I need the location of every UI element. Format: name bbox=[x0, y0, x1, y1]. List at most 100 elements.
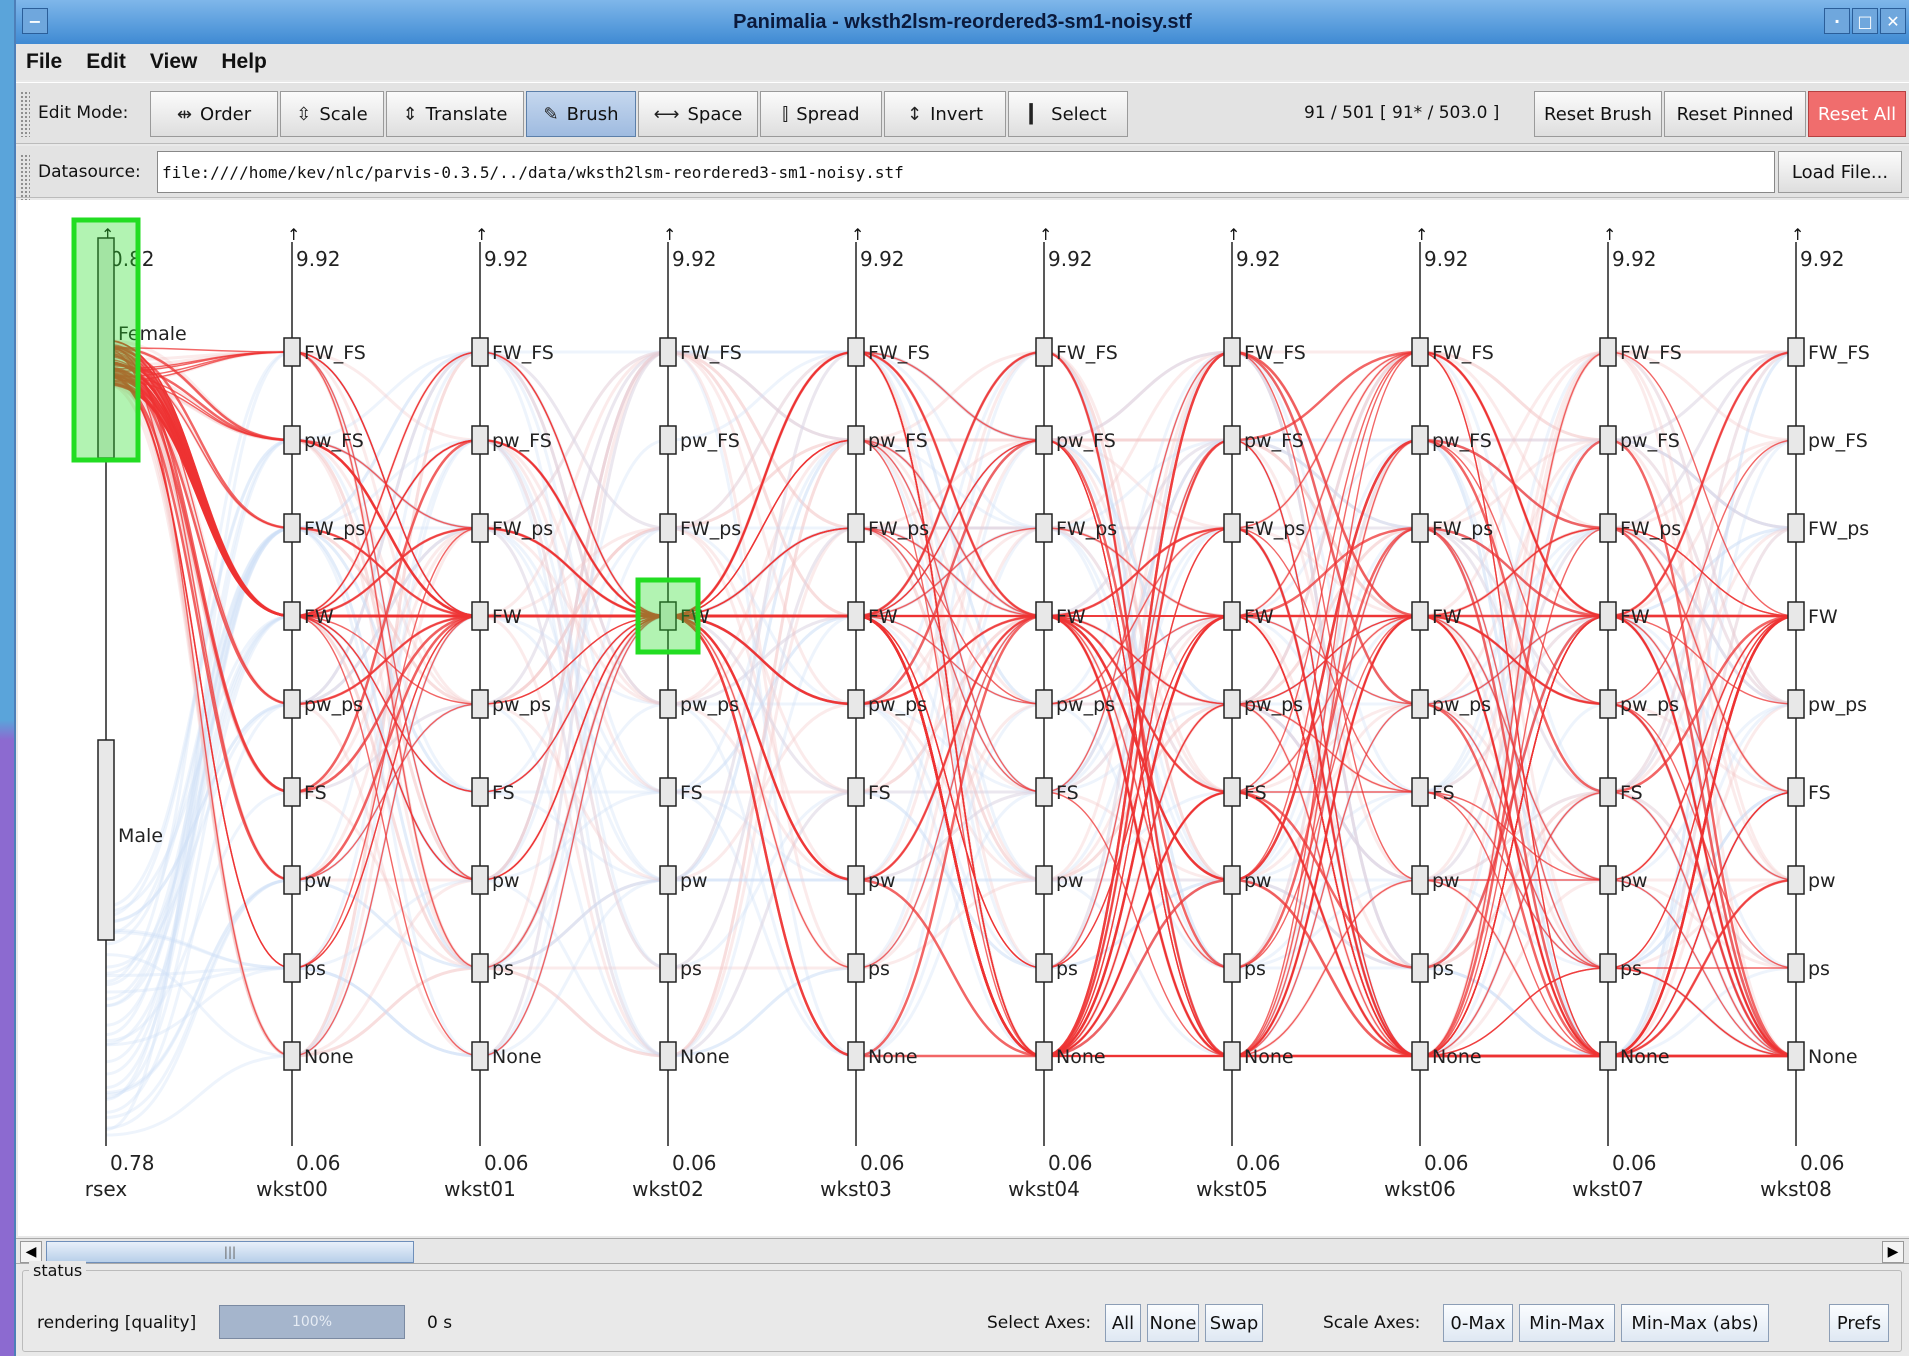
category-box bbox=[659, 425, 677, 455]
scale-min-max-abs-button[interactable]: Min-Max (abs) bbox=[1621, 1304, 1769, 1342]
brushed-line bbox=[1419, 615, 1609, 1057]
brush-label: Brush bbox=[566, 103, 619, 125]
category-box bbox=[1599, 1041, 1617, 1071]
invert-label: Invert bbox=[930, 103, 983, 125]
axis-name-label: wkst03 bbox=[820, 1177, 892, 1201]
menu-help[interactable]: Help bbox=[221, 50, 267, 74]
category-box bbox=[1787, 425, 1805, 455]
category-label: pw_FS bbox=[1056, 430, 1116, 452]
category-box bbox=[1787, 513, 1805, 543]
maximize-icon[interactable]: □ bbox=[1852, 8, 1878, 34]
space-button[interactable]: ⟷ Space bbox=[638, 91, 758, 137]
axis-arrow-icon: ↑ bbox=[851, 225, 864, 244]
axis-min-label: 0.06 bbox=[860, 1151, 905, 1175]
brush-box-wkst02 bbox=[635, 577, 701, 655]
category-box bbox=[1035, 865, 1053, 895]
category-box bbox=[1599, 865, 1617, 895]
scroll-left-icon[interactable]: ◀ bbox=[20, 1241, 42, 1263]
category-box bbox=[847, 601, 865, 631]
select-button[interactable]: ▎ Select bbox=[1008, 91, 1128, 137]
menu-file[interactable]: File bbox=[26, 50, 62, 74]
category-box bbox=[1411, 337, 1429, 367]
invert-button[interactable]: ↕ Invert bbox=[884, 91, 1006, 137]
axis-arrow-icon: ↑ bbox=[1603, 225, 1616, 244]
category-label: FW_ps bbox=[304, 518, 365, 540]
category-label: pw_ps bbox=[868, 694, 927, 716]
load-file-button[interactable]: Load File... bbox=[1778, 151, 1902, 193]
window-menu-icon[interactable]: − bbox=[22, 8, 48, 34]
datasource-field[interactable]: file:////home/kev/nlc/parvis-0.3.5/../da… bbox=[157, 151, 1775, 193]
category-box bbox=[1035, 425, 1053, 455]
axis-name-label: wkst06 bbox=[1384, 1177, 1456, 1201]
category-label: FS bbox=[492, 782, 515, 804]
brush-icon: ✎ bbox=[543, 103, 559, 125]
select-none-button[interactable]: None bbox=[1147, 1304, 1199, 1342]
spread-button[interactable]: ⫿ Spread bbox=[760, 91, 882, 137]
plot-canvas[interactable]: ↑0.820.78rsexFemaleMale↑9.920.06wkst00FW… bbox=[18, 200, 1909, 1236]
axis-min-label: 0.06 bbox=[1612, 1151, 1657, 1175]
axis-name-label: wkst04 bbox=[1008, 1177, 1080, 1201]
category-box bbox=[1223, 601, 1241, 631]
brush-button[interactable]: ✎ Brush bbox=[526, 91, 636, 137]
parallel-coordinates-plot[interactable]: ↑ 0.82 0.78 rsex Female Male ↑ 9.92 0.06 wkst00 FW… bbox=[18, 200, 1909, 1236]
scale-min-max-button[interactable]: Min-Max bbox=[1519, 1304, 1615, 1342]
scroll-thumb[interactable]: ||| bbox=[46, 1241, 414, 1263]
axis-min-label: 0.06 bbox=[672, 1151, 717, 1175]
scroll-right-icon[interactable]: ▶ bbox=[1882, 1241, 1904, 1263]
translate-button[interactable]: ⇕ Translate bbox=[386, 91, 524, 137]
menu-view[interactable]: View bbox=[150, 50, 197, 74]
category-label: FW bbox=[492, 606, 522, 628]
datasource-grip[interactable] bbox=[20, 154, 30, 200]
rendering-label: rendering [quality] bbox=[37, 1313, 197, 1333]
category-label: None bbox=[1432, 1046, 1482, 1068]
category-box bbox=[659, 689, 677, 719]
menu-edit[interactable]: Edit bbox=[86, 50, 126, 74]
minimize-icon[interactable]: · bbox=[1824, 8, 1850, 34]
brushed-line bbox=[1231, 351, 1421, 793]
prefs-button[interactable]: Prefs bbox=[1829, 1304, 1889, 1342]
axis-max-label: 9.92 bbox=[1612, 247, 1657, 271]
category-label: None bbox=[304, 1046, 354, 1068]
toolbar-grip[interactable] bbox=[20, 91, 30, 137]
category-box bbox=[1035, 337, 1053, 367]
close-icon[interactable]: ✕ bbox=[1880, 8, 1906, 34]
category-label: FW bbox=[1808, 606, 1838, 628]
axis-max-label: 9.92 bbox=[1424, 247, 1469, 271]
category-label: FW bbox=[1620, 606, 1650, 628]
reset-brush-button[interactable]: Reset Brush bbox=[1534, 91, 1662, 137]
category-label: ps bbox=[304, 958, 326, 980]
brushed-line bbox=[479, 615, 669, 1057]
category-box bbox=[471, 1041, 489, 1071]
axis-arrow-icon: ↑ bbox=[475, 225, 488, 244]
category-label: FW_ps bbox=[1244, 518, 1305, 540]
brushed-line bbox=[1607, 615, 1797, 1057]
select-all-button[interactable]: All bbox=[1105, 1304, 1141, 1342]
category-label: pw_FS bbox=[1808, 430, 1868, 452]
category-label: pw bbox=[304, 870, 332, 892]
horizontal-scrollbar[interactable]: ◀ ||| ▶ bbox=[16, 1238, 1909, 1264]
category-label: FS bbox=[1056, 782, 1079, 804]
category-box bbox=[1411, 865, 1429, 895]
category-label: FW bbox=[304, 606, 334, 628]
order-button[interactable]: ⇹ Order bbox=[150, 91, 278, 137]
category-label: None bbox=[1620, 1046, 1670, 1068]
category-label: FS bbox=[1432, 782, 1455, 804]
scale-0-max-button[interactable]: 0-Max bbox=[1443, 1304, 1513, 1342]
brush-box-rsex bbox=[71, 217, 141, 463]
category-box bbox=[283, 513, 301, 543]
category-label: pw_FS bbox=[680, 430, 740, 452]
axis-max-label: 9.92 bbox=[672, 247, 717, 271]
title-bar[interactable]: − Panimalia - wksth2lsm-reordered3-sm1-n… bbox=[16, 0, 1909, 44]
category-label: pw_ps bbox=[680, 694, 739, 716]
category-label: pw bbox=[1620, 870, 1648, 892]
reset-pinned-button[interactable]: Reset Pinned bbox=[1664, 91, 1806, 137]
context-line bbox=[1419, 350, 1609, 442]
scale-button[interactable]: ⇳ Scale bbox=[280, 91, 384, 137]
select-swap-button[interactable]: Swap bbox=[1205, 1304, 1263, 1342]
category-label: None bbox=[492, 1046, 542, 1068]
reset-all-button[interactable]: Reset All bbox=[1808, 91, 1906, 137]
category-box bbox=[283, 425, 301, 455]
category-label: ps bbox=[1244, 958, 1266, 980]
category-label: FS bbox=[1620, 782, 1643, 804]
category-label: pw bbox=[680, 870, 708, 892]
